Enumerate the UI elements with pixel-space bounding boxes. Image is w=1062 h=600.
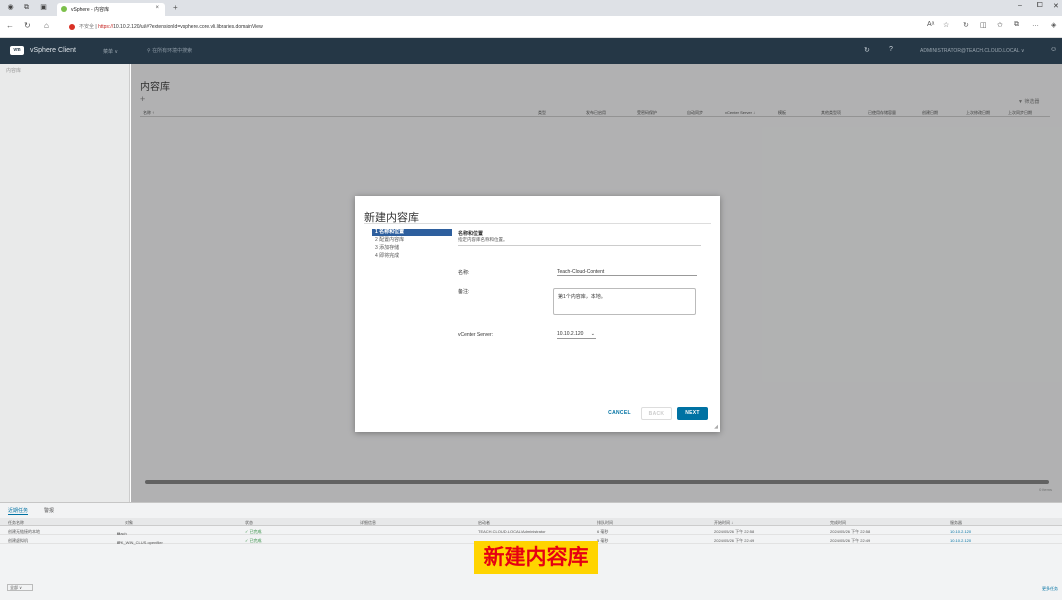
address-bar: ← ↻ ⌂ 不安全 | https://10.10.2.120/ui/#?ext… bbox=[0, 16, 1062, 38]
tab-actions-icon[interactable]: ▣ bbox=[39, 4, 48, 12]
task-queued: 6 毫秒 bbox=[597, 529, 609, 534]
resize-grip-icon[interactable]: ◢ bbox=[714, 424, 718, 430]
refresh-extension-icon[interactable]: ↻ bbox=[963, 21, 969, 29]
task-start: 2024/05/26 下午 22:49 bbox=[714, 538, 755, 543]
chevron-down-icon: ⌄ bbox=[590, 331, 595, 337]
search-placeholder: 在所有环境中搜索 bbox=[152, 48, 193, 54]
close-window-icon[interactable]: ✕ bbox=[1053, 2, 1059, 10]
task-server[interactable]: 10.10.2.120 bbox=[950, 538, 971, 543]
task-name: 创建虚拟机 bbox=[8, 538, 28, 543]
task-initiator: TEACH.CLOUD.LOCAL\Administrator bbox=[478, 529, 546, 534]
maximize-icon[interactable]: ⧠ bbox=[1037, 2, 1043, 10]
vsphere-favicon-icon bbox=[61, 6, 67, 12]
wizard-step-configure[interactable]: 2 配置内容库 bbox=[372, 237, 452, 244]
navigator-placeholder: 内容库 bbox=[6, 68, 22, 74]
more-tasks-link[interactable]: 更多任务 bbox=[1042, 586, 1058, 592]
column-header[interactable]: 启动者 bbox=[478, 520, 490, 526]
task-completed: 2024/05/26 下午 22:49 bbox=[830, 538, 871, 543]
task-name: 创建无链接的本地 bbox=[8, 529, 40, 534]
section-description: 指定内容库名称和位置。 bbox=[458, 237, 508, 242]
vcenter-label: vCenter Server: bbox=[458, 332, 494, 338]
url-scheme: https:// bbox=[98, 24, 114, 30]
url-field[interactable]: 不安全 | https://10.10.2.120/ui/#?extension… bbox=[79, 23, 263, 30]
refresh-icon[interactable]: ↻ bbox=[864, 46, 870, 54]
section-title: 名称和位置 bbox=[458, 231, 484, 237]
browser-tab-strip: ◉ ⧉ ▣ vSphere - 内容库 × + – ⧠ ✕ bbox=[0, 0, 1062, 16]
notes-label: 备注: bbox=[458, 289, 470, 295]
help-icon[interactable]: ? bbox=[889, 46, 893, 53]
workspaces-icon[interactable]: ⧉ bbox=[22, 4, 31, 12]
tasks-table-header: 任务名称 对象 状态 详细信息 启动者 排队时间 开始时间 ↓ 完成时间 服务器 bbox=[0, 518, 1062, 526]
column-header[interactable]: 状态 bbox=[245, 520, 253, 526]
navigator-sidebar: 内容库 bbox=[0, 64, 130, 502]
security-label: 不安全 bbox=[79, 24, 95, 30]
copilot-icon[interactable]: ◈ bbox=[1051, 21, 1056, 29]
tab-recent-tasks[interactable]: 近期任务 bbox=[8, 507, 29, 515]
close-tab-icon[interactable]: × bbox=[155, 5, 159, 11]
favorites-icon[interactable]: ✩ bbox=[997, 21, 1003, 29]
collections-icon[interactable]: ⧉ bbox=[1014, 21, 1019, 29]
column-header[interactable]: 开始时间 ↓ bbox=[714, 520, 733, 526]
app-title[interactable]: vSphere Client bbox=[30, 47, 76, 54]
more-menu-icon[interactable]: … bbox=[1032, 21, 1039, 28]
new-content-library-dialog: 新建内容库 1 名称和位置 2 配置内容库 3 添加存储 4 即将完成 名称和位… bbox=[355, 196, 720, 432]
vmware-logo: vm bbox=[10, 46, 24, 55]
task-status: ✓ 已完成 bbox=[245, 529, 262, 534]
column-header[interactable]: 详细信息 bbox=[360, 520, 376, 526]
task-filter-select[interactable]: 全部 ∨ bbox=[7, 584, 33, 591]
task-start: 2024/05/26 下午 22:58 bbox=[714, 529, 755, 534]
next-button[interactable]: NEXT bbox=[677, 407, 708, 420]
tab-alarms[interactable]: 警报 bbox=[44, 507, 54, 514]
reload-icon[interactable]: ↻ bbox=[24, 21, 31, 30]
task-object: IPK_WIN_CLUS.openfiler bbox=[117, 540, 163, 545]
wizard-step-name-location[interactable]: 1 名称和位置 bbox=[372, 229, 452, 236]
back-button[interactable]: BACK bbox=[641, 407, 672, 420]
notes-textarea[interactable]: 第1个内容库，本地。 bbox=[553, 288, 696, 315]
column-header[interactable]: 服务器 bbox=[950, 520, 962, 526]
back-arrow-icon[interactable]: ← bbox=[6, 21, 14, 30]
favorite-star-icon[interactable]: ☆ bbox=[943, 21, 949, 29]
task-completed: 2024/05/26 下午 22:58 bbox=[830, 529, 871, 534]
security-warning-icon[interactable] bbox=[69, 24, 75, 30]
wizard-step-finish[interactable]: 4 即将完成 bbox=[372, 253, 452, 260]
main-menu-button[interactable]: 菜单 ∨ bbox=[103, 48, 118, 55]
column-header[interactable]: 任务名称 bbox=[8, 520, 24, 526]
task-queued: 5 毫秒 bbox=[597, 538, 609, 543]
vcenter-selected-value: 10.10.2.120 bbox=[557, 331, 584, 337]
user-menu[interactable]: ADMINISTRATOR@TEACH.CLOUD.LOCAL ∨ bbox=[920, 48, 1025, 54]
vcenter-select[interactable]: 10.10.2.120 ⌄ bbox=[557, 331, 596, 339]
user-avatar-icon[interactable]: ☺ bbox=[1050, 46, 1057, 53]
section-divider bbox=[458, 245, 701, 246]
column-header[interactable]: 排队时间 bbox=[597, 520, 613, 526]
minimize-icon[interactable]: – bbox=[1018, 2, 1022, 9]
read-aloud-icon[interactable]: Aᵃ bbox=[927, 21, 934, 28]
name-label: 名称: bbox=[458, 270, 470, 276]
dialog-divider bbox=[364, 223, 711, 224]
library-name-input[interactable] bbox=[557, 268, 697, 276]
task-status: ✓ 已完成 bbox=[245, 538, 262, 543]
wizard-step-storage[interactable]: 3 添加存储 bbox=[372, 245, 452, 252]
profile-icon[interactable]: ◉ bbox=[6, 4, 15, 12]
column-header[interactable]: 完成时间 bbox=[830, 520, 846, 526]
home-icon[interactable]: ⌂ bbox=[44, 21, 49, 30]
task-server[interactable]: 10.10.2.120 bbox=[950, 529, 971, 534]
cancel-button[interactable]: CANCEL bbox=[603, 407, 636, 420]
split-screen-icon[interactable]: ◫ bbox=[980, 21, 987, 29]
browser-tab[interactable]: vSphere - 内容库 × bbox=[57, 3, 165, 16]
url-text: 10.10.2.120/ui/#?extensionId=vsphere.cor… bbox=[113, 24, 263, 30]
column-header[interactable]: 对象 bbox=[125, 520, 133, 526]
new-tab-button[interactable]: + bbox=[173, 3, 178, 12]
caption-banner: 新建内容库 bbox=[474, 541, 598, 574]
global-search-input[interactable]: ⚲ 在所有环境中搜索 bbox=[147, 47, 192, 54]
vsphere-header: vm vSphere Client 菜单 ∨ ⚲ 在所有环境中搜索 ↻ ? AD… bbox=[0, 38, 1062, 64]
search-icon: ⚲ bbox=[147, 48, 151, 54]
browser-tab-title: vSphere - 内容库 bbox=[71, 7, 110, 13]
task-row[interactable]: 创建无链接的本地 ⊟ teach ✓ 已完成 TEACH.CLOUD.LOCAL… bbox=[0, 527, 1062, 536]
